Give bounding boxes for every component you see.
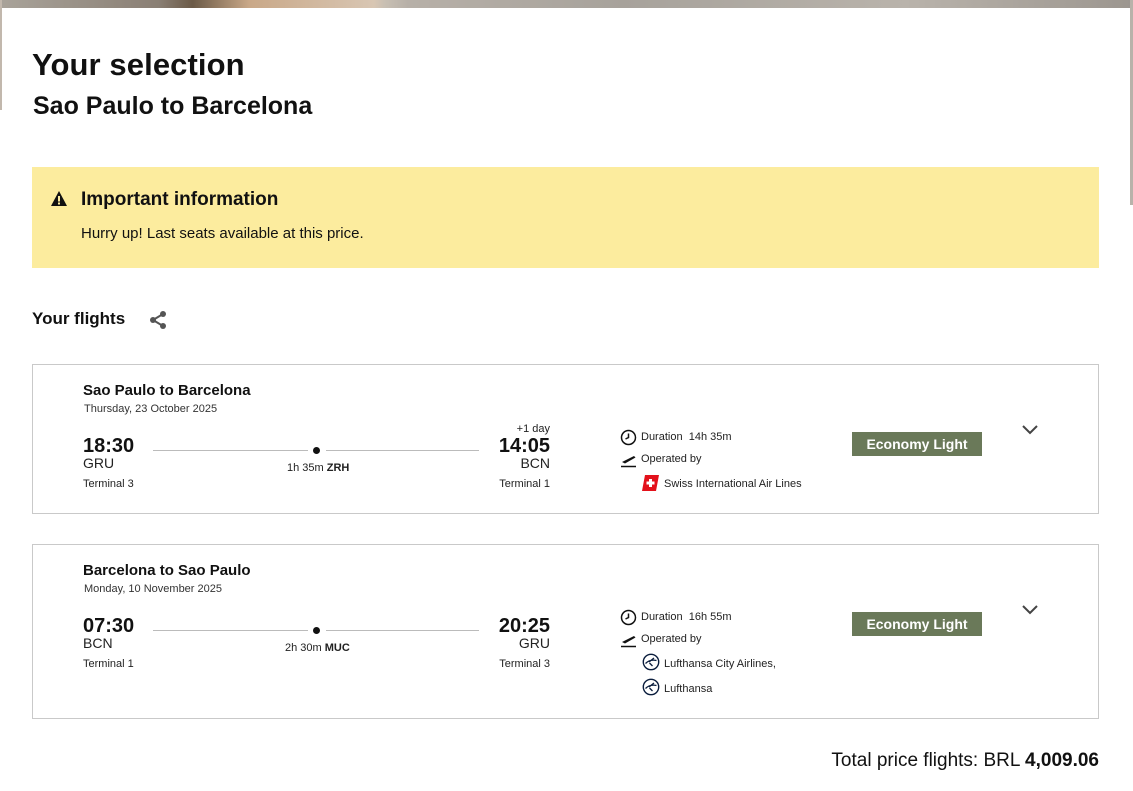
background-photo	[0, 0, 1133, 8]
stopover-airport: MUC	[324, 642, 350, 654]
stopover-info: 1h 35m ZRH	[287, 462, 349, 474]
airline-name: Lufthansa	[664, 683, 713, 695]
arrival-terminal: Terminal 1	[499, 478, 550, 490]
arrival-day-offset: +1 day	[516, 423, 550, 435]
stopover-duration: 2h 30m	[285, 642, 322, 654]
flight-duration: Duration 16h 55m	[641, 611, 732, 623]
duration-label: Duration	[641, 611, 683, 623]
airline-name: Lufthansa City Airlines,	[664, 658, 776, 670]
stopover-airport: ZRH	[326, 462, 350, 474]
route-line	[326, 450, 479, 451]
airplane-takeoff-icon	[621, 456, 636, 468]
page-subtitle: Sao Paulo to Barcelona	[33, 92, 313, 120]
operated-by-label: Operated by	[641, 453, 702, 465]
departure-airport: BCN	[83, 635, 113, 651]
route-line	[153, 630, 308, 631]
departure-airport: GRU	[83, 455, 115, 471]
chevron-down-icon[interactable]	[1020, 602, 1040, 616]
clock-icon	[620, 609, 637, 626]
info-text: Hurry up! Last seats available at this p…	[81, 225, 364, 242]
departure-terminal: Terminal 3	[83, 478, 134, 490]
route-line	[153, 450, 308, 451]
lufthansa-logo-icon	[642, 653, 660, 671]
info-title: Important information	[81, 189, 279, 210]
stopover-duration: 1h 35m	[287, 462, 324, 474]
route-line	[326, 630, 479, 631]
total-price: Total price flights: BRL 4,009.06	[831, 750, 1099, 772]
duration-value: 16h 55m	[688, 611, 732, 623]
share-icon[interactable]	[148, 310, 169, 330]
flight-card-return[interactable]: Barcelona to Sao Paulo Monday, 10 Novemb…	[32, 544, 1099, 719]
clock-icon	[620, 429, 637, 446]
flight-route: Barcelona to Sao Paulo	[83, 562, 251, 579]
fare-badge[interactable]: Economy Light	[852, 612, 982, 636]
arrival-airport: GRU	[518, 635, 550, 651]
your-flights-heading: Your flights	[32, 309, 126, 328]
airplane-takeoff-icon	[621, 636, 636, 648]
duration-label: Duration	[641, 431, 683, 443]
operated-by-label: Operated by	[641, 633, 702, 645]
stopover-info: 2h 30m MUC	[285, 642, 350, 654]
arrival-airport: BCN	[520, 455, 550, 471]
stopover-dot	[313, 447, 320, 454]
airline-name: Swiss International Air Lines	[664, 478, 802, 490]
swiss-logo-icon	[642, 475, 659, 491]
chevron-down-icon[interactable]	[1020, 422, 1040, 436]
stopover-dot	[313, 627, 320, 634]
arrival-terminal: Terminal 3	[499, 658, 550, 670]
flight-date: Monday, 10 November 2025	[84, 583, 222, 595]
flight-date: Thursday, 23 October 2025	[84, 403, 218, 415]
fare-badge[interactable]: Economy Light	[852, 432, 982, 456]
total-price-amount: 4,009.06	[1025, 750, 1099, 771]
warning-icon	[51, 191, 67, 206]
total-price-label: Total price flights: BRL	[831, 750, 1020, 771]
lufthansa-logo-icon	[642, 678, 660, 696]
duration-value: 14h 35m	[688, 431, 732, 443]
flight-duration: Duration 14h 35m	[641, 431, 732, 443]
flight-card-outbound[interactable]: Sao Paulo to Barcelona Thursday, 23 Octo…	[32, 364, 1099, 514]
page-title: Your selection	[32, 47, 245, 82]
flight-route: Sao Paulo to Barcelona	[83, 382, 251, 399]
important-information-box: Important information Hurry up! Last sea…	[32, 167, 1099, 268]
departure-terminal: Terminal 1	[83, 658, 134, 670]
